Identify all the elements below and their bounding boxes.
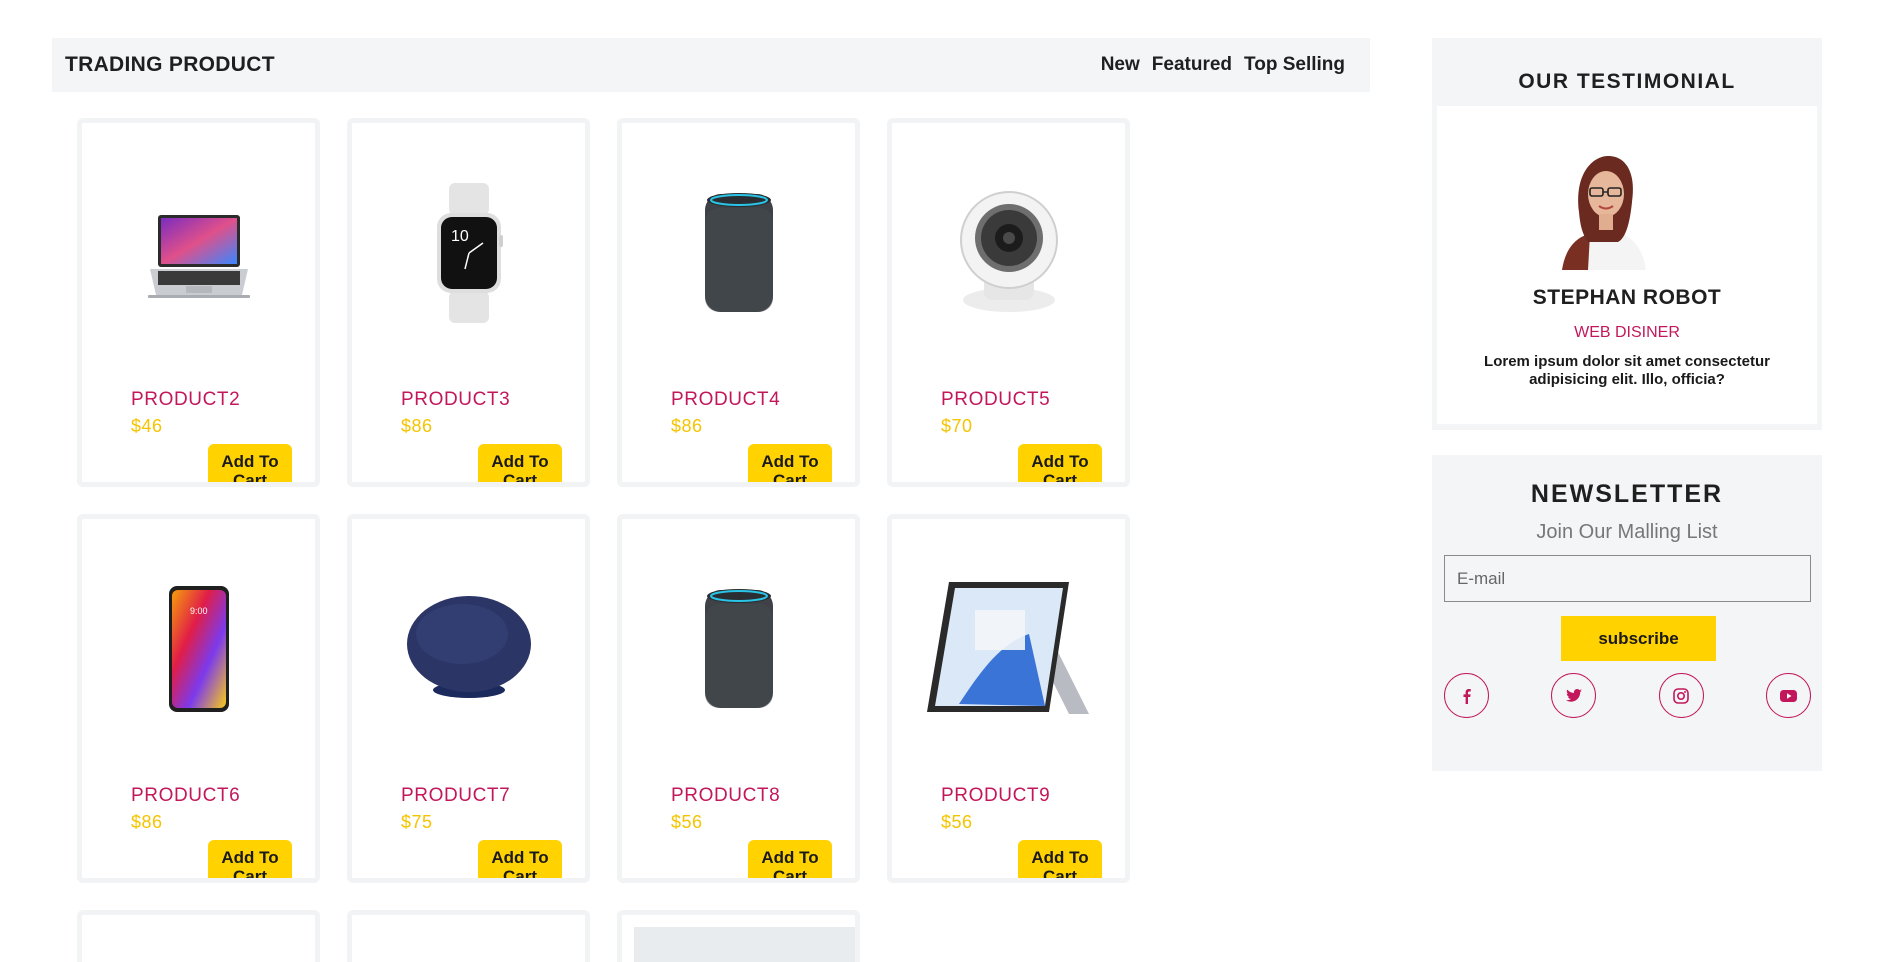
testimonial-name: STEPHAN ROBOT [1532, 286, 1722, 309]
trading-product-section: TRADING PRODUCT New Featured Top Selling [52, 38, 1370, 962]
product-card[interactable] [617, 910, 860, 962]
product-price: $86 [401, 416, 433, 436]
testimonial-section: OUR TESTIMONIAL STEPHAN ROBOT WEB DISINE… [1432, 38, 1822, 430]
product-card[interactable]: PRODUCT9 $56 Add To Cart [887, 514, 1130, 883]
add-to-cart-button[interactable]: Add To Cart [748, 444, 832, 482]
smartphone-image: 9:00 [82, 549, 315, 749]
product-price: $56 [671, 812, 703, 832]
add-to-cart-button[interactable]: Add To Cart [208, 840, 292, 878]
product-card[interactable]: 10 PRODUCT3 $86 Add To Cart [347, 118, 590, 487]
avatar [1544, 152, 1666, 270]
newsletter-title: NEWSLETTER [1530, 480, 1724, 508]
product-grid: PRODUCT2 $46 Add To Cart 10 PRODUCT3 $86 [77, 118, 1370, 962]
smart-speaker-image [622, 549, 855, 749]
social-links [1444, 673, 1811, 718]
product-name: PRODUCT6 [131, 785, 241, 806]
product-card[interactable]: PRODUCT7 $75 Add To Cart [347, 514, 590, 883]
smart-speaker-image [622, 153, 855, 353]
add-to-cart-button[interactable]: Add To Cart [1018, 840, 1102, 878]
testimonial-role: WEB DISINER [1574, 324, 1680, 341]
youtube-icon[interactable] [1765, 673, 1811, 718]
security-camera-image [892, 153, 1125, 353]
product-name: PRODUCT3 [401, 389, 511, 410]
add-to-cart-button[interactable]: Add To Cart [748, 840, 832, 878]
add-to-cart-button[interactable]: Add To Cart [478, 840, 562, 878]
tab-top-selling[interactable]: Top Selling [1244, 54, 1345, 76]
product-name: PRODUCT2 [131, 389, 241, 410]
product-card[interactable] [77, 910, 320, 962]
product-card[interactable]: PRODUCT2 $46 Add To Cart [77, 118, 320, 487]
product-name: PRODUCT7 [401, 785, 511, 806]
product-image-placeholder [634, 927, 855, 962]
facebook-icon[interactable] [1444, 673, 1489, 718]
email-field[interactable] [1444, 555, 1811, 602]
product-price: $75 [401, 812, 433, 832]
svg-text:9:00: 9:00 [190, 606, 208, 616]
product-price: $56 [941, 812, 973, 832]
subscribe-button[interactable]: subscribe [1561, 616, 1716, 661]
svg-text:10: 10 [451, 228, 469, 245]
section-title: TRADING PRODUCT [65, 53, 275, 76]
product-price: $86 [671, 416, 703, 436]
tab-new[interactable]: New [1101, 54, 1140, 76]
wireless-charger-image [352, 549, 585, 749]
tab-featured[interactable]: Featured [1152, 54, 1232, 76]
product-card[interactable] [347, 910, 590, 962]
product-name: PRODUCT9 [941, 785, 1051, 806]
testimonial-text: Lorem ipsum dolor sit amet consectetur a… [1484, 353, 1770, 388]
product-price: $70 [941, 416, 973, 436]
product-card[interactable]: PRODUCT8 $56 Add To Cart [617, 514, 860, 883]
tablet-image [892, 549, 1125, 749]
trading-header: TRADING PRODUCT New Featured Top Selling [52, 38, 1370, 92]
product-price: $86 [131, 812, 163, 832]
add-to-cart-button[interactable]: Add To Cart [478, 444, 562, 482]
add-to-cart-button[interactable]: Add To Cart [208, 444, 292, 482]
product-price: $46 [131, 416, 163, 436]
newsletter-subtitle: Join Our Malling List [1536, 521, 1718, 543]
newsletter-section: NEWSLETTER Join Our Malling List subscri… [1432, 455, 1822, 771]
instagram-icon[interactable] [1658, 673, 1704, 718]
product-card[interactable]: 9:00 PRODUCT6 $86 Add To Cart [77, 514, 320, 883]
product-name: PRODUCT4 [671, 389, 781, 410]
add-to-cart-button[interactable]: Add To Cart [1018, 444, 1102, 482]
product-name: PRODUCT5 [941, 389, 1051, 410]
product-filter-tabs: New Featured Top Selling [1101, 54, 1345, 76]
product-card[interactable]: PRODUCT5 $70 Add To Cart [887, 118, 1130, 487]
product-card[interactable]: PRODUCT4 $86 Add To Cart [617, 118, 860, 487]
product-name: PRODUCT8 [671, 785, 781, 806]
laptop-image [82, 153, 315, 353]
testimonial-title: OUR TESTIMONIAL [1518, 70, 1736, 93]
testimonial-card: STEPHAN ROBOT WEB DISINER Lorem ipsum do… [1437, 106, 1817, 424]
twitter-icon[interactable] [1551, 673, 1597, 718]
smartwatch-image: 10 [352, 153, 585, 353]
